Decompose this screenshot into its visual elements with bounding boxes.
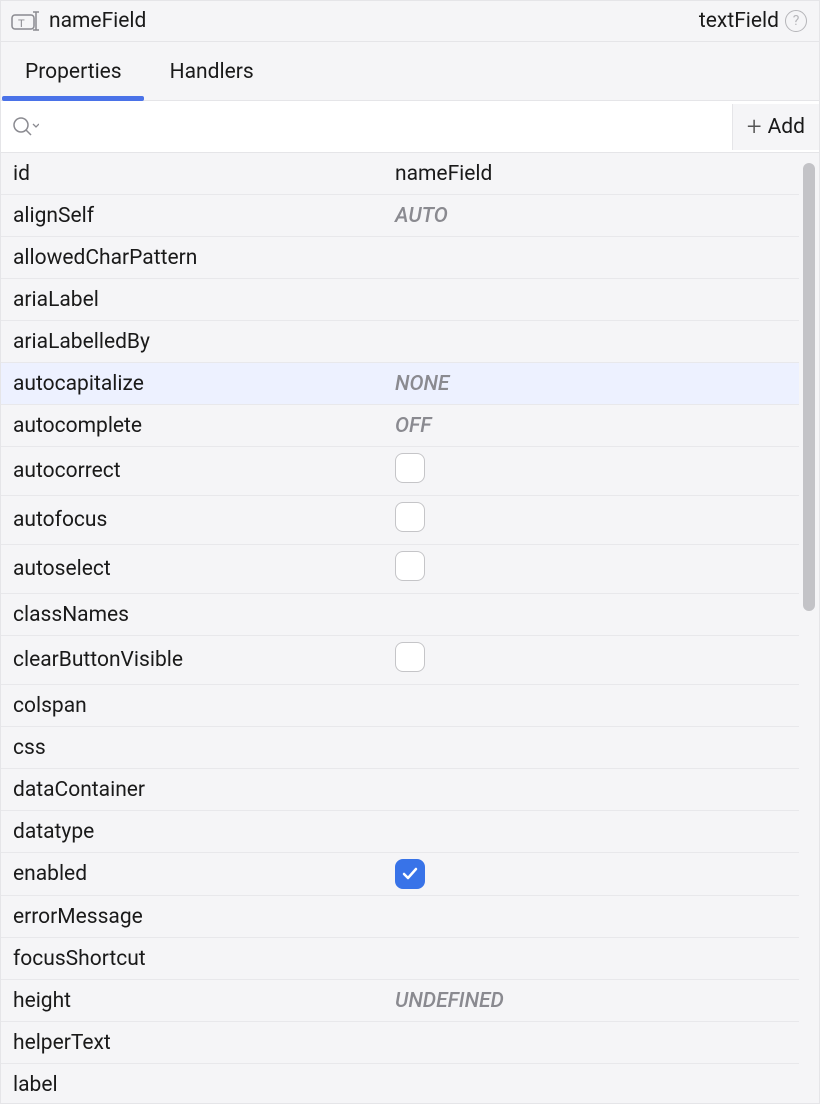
property-row[interactable]: errorMessage: [1, 896, 799, 938]
add-button-label: Add: [768, 115, 805, 139]
property-label: autocomplete: [13, 408, 395, 444]
property-label: classNames: [13, 597, 395, 633]
property-label: css: [13, 730, 395, 766]
property-value[interactable]: [395, 294, 787, 306]
property-label: label: [13, 1067, 395, 1103]
property-value[interactable]: [395, 1037, 787, 1049]
property-row[interactable]: helperText: [1, 1022, 799, 1064]
checkbox[interactable]: [395, 502, 425, 532]
property-label: ariaLabel: [13, 282, 395, 318]
property-value[interactable]: NONE: [395, 366, 787, 402]
property-label: focusShortcut: [13, 941, 395, 977]
property-label: autocapitalize: [13, 366, 395, 402]
checkbox[interactable]: [395, 859, 425, 889]
property-value[interactable]: [395, 700, 787, 712]
tabs: Properties Handlers: [1, 42, 819, 101]
property-value[interactable]: [395, 826, 787, 838]
property-value[interactable]: [395, 1079, 787, 1091]
property-row[interactable]: classNames: [1, 594, 799, 636]
property-row[interactable]: focusShortcut: [1, 938, 799, 980]
property-row[interactable]: enabled: [1, 853, 799, 896]
property-label: ariaLabelledBy: [13, 324, 395, 360]
property-list: idnameFieldalignSelfAUTOallowedCharPatte…: [1, 153, 799, 1103]
textfield-icon: T: [11, 9, 41, 33]
property-row[interactable]: autocorrect: [1, 447, 799, 496]
property-value[interactable]: [395, 336, 787, 348]
property-value[interactable]: [395, 784, 787, 796]
property-label: datatype: [13, 814, 395, 850]
property-row[interactable]: dataContainer: [1, 769, 799, 811]
property-label: helperText: [13, 1025, 395, 1061]
property-value[interactable]: nameField: [395, 156, 787, 192]
property-value[interactable]: UNDEFINED: [395, 983, 787, 1019]
toolbar: + Add: [1, 101, 819, 153]
checkbox[interactable]: [395, 551, 425, 581]
property-label: errorMessage: [13, 899, 395, 935]
property-value[interactable]: AUTO: [395, 198, 787, 234]
property-value[interactable]: [395, 742, 787, 754]
property-row[interactable]: heightUNDEFINED: [1, 980, 799, 1022]
property-value[interactable]: [395, 496, 787, 544]
tab-properties[interactable]: Properties: [25, 42, 122, 100]
property-value[interactable]: [395, 609, 787, 621]
search-input[interactable]: [41, 111, 722, 142]
property-label: id: [13, 156, 395, 192]
property-label: colspan: [13, 688, 395, 724]
content: idnameFieldalignSelfAUTOallowedCharPatte…: [1, 153, 819, 1103]
search-wrap: [1, 101, 732, 152]
component-type: textField: [699, 9, 779, 33]
header-right: textField ?: [699, 9, 807, 33]
property-label: enabled: [13, 856, 395, 892]
property-label: autofocus: [13, 502, 395, 538]
property-label: dataContainer: [13, 772, 395, 808]
property-value[interactable]: [395, 636, 787, 684]
property-value[interactable]: OFF: [395, 408, 787, 444]
property-row[interactable]: clearButtonVisible: [1, 636, 799, 685]
tab-handlers[interactable]: Handlers: [170, 42, 254, 100]
property-label: autoselect: [13, 551, 395, 587]
property-row[interactable]: css: [1, 727, 799, 769]
property-row[interactable]: ariaLabel: [1, 279, 799, 321]
checkbox[interactable]: [395, 642, 425, 672]
add-button[interactable]: + Add: [732, 104, 819, 150]
property-row[interactable]: autocapitalizeNONE: [1, 363, 799, 405]
property-label: allowedCharPattern: [13, 240, 395, 276]
property-label: autocorrect: [13, 453, 395, 489]
property-value[interactable]: [395, 252, 787, 264]
property-row[interactable]: datatype: [1, 811, 799, 853]
property-row[interactable]: idnameField: [1, 153, 799, 195]
help-icon[interactable]: ?: [785, 10, 807, 32]
search-icon[interactable]: [11, 116, 39, 138]
property-row[interactable]: autocompleteOFF: [1, 405, 799, 447]
svg-text:T: T: [18, 18, 25, 30]
panel-header: T nameField textField ?: [1, 1, 819, 42]
property-value[interactable]: [395, 911, 787, 923]
property-row[interactable]: label: [1, 1064, 799, 1103]
component-name: nameField: [49, 9, 146, 33]
scrollbar-thumb[interactable]: [803, 163, 815, 611]
header-left: T nameField: [11, 9, 699, 33]
property-row[interactable]: allowedCharPattern: [1, 237, 799, 279]
property-row[interactable]: autofocus: [1, 496, 799, 545]
property-label: alignSelf: [13, 198, 395, 234]
plus-icon: +: [747, 114, 762, 140]
property-value[interactable]: [395, 953, 787, 965]
scrollbar-track[interactable]: [799, 153, 819, 1103]
checkbox[interactable]: [395, 453, 425, 483]
properties-panel: T nameField textField ? Properties Handl…: [0, 0, 820, 1104]
property-value[interactable]: [395, 447, 787, 495]
property-value[interactable]: [395, 853, 787, 895]
property-row[interactable]: alignSelfAUTO: [1, 195, 799, 237]
property-value[interactable]: [395, 545, 787, 593]
property-label: clearButtonVisible: [13, 642, 395, 678]
property-row[interactable]: colspan: [1, 685, 799, 727]
property-row[interactable]: autoselect: [1, 545, 799, 594]
property-row[interactable]: ariaLabelledBy: [1, 321, 799, 363]
property-label: height: [13, 983, 395, 1019]
